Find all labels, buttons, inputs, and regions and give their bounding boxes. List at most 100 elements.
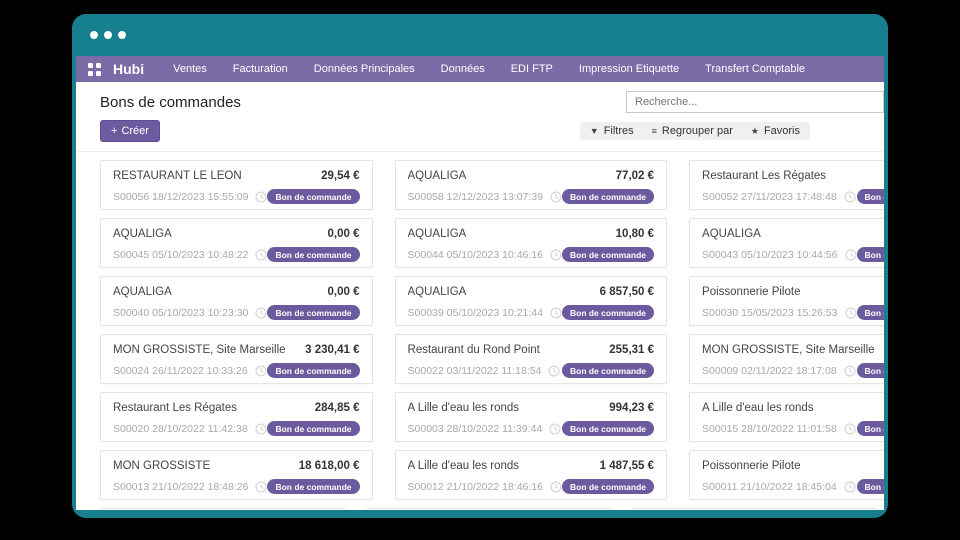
order-card[interactable]: AQUALIGA 0,00 € S00040 05/10/2023 10:23:…	[100, 276, 373, 326]
order-card[interactable]: MON GROSSISTE 18 618,00 € S00013 21/10/2…	[100, 450, 373, 500]
clock-icon[interactable]	[255, 307, 267, 319]
clock-icon[interactable]	[548, 365, 560, 377]
order-reference: S00043 05/10/2023 10:44:56	[702, 249, 837, 261]
order-card[interactable]: AQUALIGA 77,02 € S00058 12/12/2023 13:07…	[395, 160, 668, 210]
search-input[interactable]	[626, 91, 884, 113]
clock-icon[interactable]	[255, 365, 267, 377]
order-customer: Poissonnerie Pilote	[702, 286, 800, 298]
plus-icon: +	[111, 125, 117, 137]
order-amount: 255,31 €	[609, 344, 654, 356]
order-status-badge: Bon de commande	[562, 421, 654, 436]
brand-logo[interactable]: Hubi	[113, 61, 144, 77]
order-status-badge: Bon de commande	[562, 479, 654, 494]
order-customer: A Lille d'eau les ronds	[408, 402, 520, 414]
order-reference: S00039 05/10/2023 10:21:44	[408, 307, 543, 319]
order-status-badge: Bon de commande	[857, 305, 885, 320]
order-card[interactable]: Poissonnerie Pilote 516,95 € S00030 15/0…	[689, 276, 884, 326]
clock-icon[interactable]	[550, 191, 562, 203]
window-control-dot[interactable]	[104, 31, 112, 39]
order-card[interactable]: AQUALIGA 68,58 € S00043 05/10/2023 10:44…	[689, 218, 884, 268]
order-reference: S00052 27/11/2023 17:48:48	[702, 191, 837, 203]
clock-icon[interactable]	[844, 365, 856, 377]
order-card[interactable]: A Lille d'eau les ronds 1 487,55 € S0001…	[395, 450, 668, 500]
nav-item-donnees[interactable]: Données	[428, 56, 498, 82]
order-status-badge: Bon de commande	[267, 189, 359, 204]
order-customer: A Lille d'eau les ronds	[408, 460, 520, 472]
clock-icon[interactable]	[255, 423, 267, 435]
clock-icon[interactable]	[844, 423, 856, 435]
order-reference: S00045 05/10/2023 10:48:22	[113, 249, 248, 261]
order-card[interactable]: MON GROSSISTE, Site Marseille 4 800,25 €…	[689, 334, 884, 384]
order-status-badge: Bon de commande	[562, 189, 654, 204]
order-reference: S00020 28/10/2022 11:42:38	[113, 423, 248, 435]
order-card[interactable]: Restaurant Les Régates 284,85 € S00020 2…	[100, 392, 373, 442]
nav-item-ventes[interactable]: Ventes	[160, 56, 220, 82]
order-card[interactable]: AQUALIGA 10,80 € S00044 05/10/2023 10:46…	[395, 218, 668, 268]
app-window: Hubi Ventes Facturation Données Principa…	[72, 14, 888, 518]
group-by-button[interactable]: ≡ Regrouper par	[652, 125, 733, 137]
order-card[interactable]: Restaurant du Rond Point 255,31 € S00022…	[395, 334, 668, 384]
order-status-badge: Bon de commande	[857, 421, 885, 436]
nav-item-edi-ftp[interactable]: EDI FTP	[498, 56, 566, 82]
nav-item-donnees-principales[interactable]: Données Principales	[301, 56, 428, 82]
order-amount: 994,23 €	[609, 402, 654, 414]
create-button[interactable]: + Créer	[100, 120, 160, 142]
order-reference: S00024 26/11/2022 10:33:26	[113, 365, 248, 377]
clock-icon[interactable]	[255, 191, 267, 203]
order-status-badge: Bon de commande	[267, 421, 359, 436]
order-card-grid: RESTAURANT LE LEON 29,54 € S00056 18/12/…	[100, 160, 878, 500]
order-customer: AQUALIGA	[408, 228, 467, 240]
order-status-badge: Bon de commande	[562, 305, 654, 320]
window-control-dot[interactable]	[118, 31, 126, 39]
order-customer: A Lille d'eau les ronds	[702, 402, 814, 414]
order-customer: AQUALIGA	[408, 286, 467, 298]
clock-icon[interactable]	[550, 307, 562, 319]
order-card[interactable]: MON GROSSISTE, Site Marseille 3 230,41 €…	[100, 334, 373, 384]
order-customer: RESTAURANT LE LEON	[113, 170, 242, 182]
clock-icon[interactable]	[549, 423, 561, 435]
order-card[interactable]: Restaurant Les Régates 284,85 € S00052 2…	[689, 160, 884, 210]
window-control-dot[interactable]	[90, 31, 98, 39]
clock-icon[interactable]	[550, 249, 562, 261]
order-status-badge: Bon de commande	[857, 189, 885, 204]
clock-icon[interactable]	[844, 191, 856, 203]
clock-icon[interactable]	[255, 481, 267, 493]
order-reference: S00056 18/12/2023 15:55:09	[113, 191, 248, 203]
order-amount: 284,85 €	[315, 402, 360, 414]
order-reference: S00009 02/11/2022 18:17:08	[702, 365, 837, 377]
order-customer: MON GROSSISTE, Site Marseille	[113, 344, 286, 356]
main-navbar: Hubi Ventes Facturation Données Principa…	[76, 56, 884, 82]
window-titlebar	[72, 14, 888, 56]
app-surface: Hubi Ventes Facturation Données Principa…	[76, 56, 884, 510]
order-card[interactable]: A Lille d'eau les ronds 994,23 € S00003 …	[395, 392, 668, 442]
order-amount: 10,80 €	[616, 228, 654, 240]
filters-button[interactable]: ▼ Filtres	[590, 125, 634, 137]
order-amount: 29,54 €	[321, 170, 359, 182]
clock-icon[interactable]	[255, 249, 267, 261]
order-card[interactable]: Poissonnerie Pilote 4 364,38 € S00011 21…	[689, 450, 884, 500]
order-customer: MON GROSSISTE, Site Marseille	[702, 344, 875, 356]
order-customer: AQUALIGA	[408, 170, 467, 182]
nav-item-facturation[interactable]: Facturation	[220, 56, 301, 82]
favorites-button[interactable]: ★ Favoris	[751, 125, 800, 137]
kanban-view: RESTAURANT LE LEON 29,54 € S00056 18/12/…	[76, 152, 884, 510]
order-card[interactable]: AQUALIGA 0,00 € S00045 05/10/2023 10:48:…	[100, 218, 373, 268]
order-status-badge: Bon de commande	[857, 363, 885, 378]
order-customer: AQUALIGA	[702, 228, 761, 240]
order-card[interactable]: A Lille d'eau les ronds 525,39 € S00015 …	[689, 392, 884, 442]
nav-item-impression-etiquette[interactable]: Impression Etiquette	[566, 56, 692, 82]
nav-item-transfert-comptable[interactable]: Transfert Comptable	[692, 56, 818, 82]
order-card-partial[interactable]	[100, 508, 345, 510]
order-amount: 18 618,00 €	[299, 460, 360, 472]
order-card[interactable]: RESTAURANT LE LEON 29,54 € S00056 18/12/…	[100, 160, 373, 210]
order-card-partial[interactable]	[367, 508, 612, 510]
clock-icon[interactable]	[845, 307, 857, 319]
order-customer: Restaurant Les Régates	[702, 170, 826, 182]
clock-icon[interactable]	[844, 481, 856, 493]
order-card-partial[interactable]	[633, 508, 878, 510]
order-reference: S00003 28/10/2022 11:39:44	[408, 423, 543, 435]
order-card[interactable]: AQUALIGA 6 857,50 € S00039 05/10/2023 10…	[395, 276, 668, 326]
clock-icon[interactable]	[550, 481, 562, 493]
apps-grid-icon[interactable]	[88, 63, 101, 76]
clock-icon[interactable]	[845, 249, 857, 261]
